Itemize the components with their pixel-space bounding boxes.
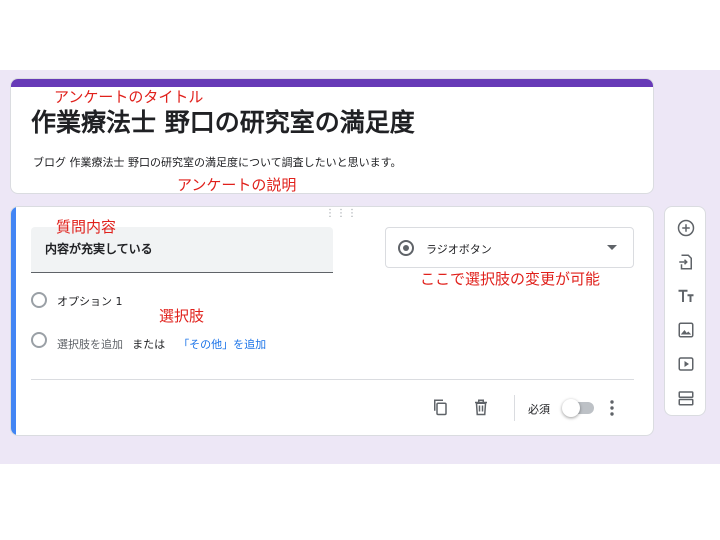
add-title-button[interactable] (675, 285, 697, 307)
option-label[interactable]: オプション 1 (57, 293, 123, 309)
annotation-title: アンケートのタイトル (54, 88, 204, 106)
chevron-down-icon (607, 245, 617, 250)
add-image-button[interactable] (675, 319, 697, 341)
or-text: または (132, 338, 166, 351)
annotation-question: 質問内容 (56, 218, 117, 236)
duplicate-icon[interactable] (431, 398, 449, 416)
radio-empty-icon (31, 292, 47, 308)
add-section-icon (678, 391, 694, 406)
form-description[interactable]: ブログ 作業療法士 野口の研究室の満足度について調査したいと思います。 (33, 154, 402, 170)
annotation-options: 選択肢 (159, 307, 205, 325)
question-card[interactable]: ⋮⋮⋮ 内容が充実している ラジオボタン オプション 1 選択肢を追加 または … (10, 206, 654, 436)
import-questions-icon (679, 254, 692, 270)
required-label: 必須 (528, 403, 550, 416)
add-title-icon (678, 289, 694, 302)
add-question-button[interactable] (675, 217, 697, 239)
side-toolbar (664, 206, 706, 416)
add-video-icon (678, 357, 694, 371)
question-type-dropdown[interactable]: ラジオボタン (385, 227, 634, 268)
import-questions-button[interactable] (675, 251, 697, 273)
add-video-button[interactable] (675, 353, 697, 375)
active-question-bar (11, 207, 16, 435)
drag-handle-icon[interactable]: ⋮⋮⋮ (325, 209, 358, 219)
more-options-icon[interactable] (609, 399, 615, 417)
radio-empty-icon (31, 332, 47, 348)
add-option-row: 選択肢を追加 または 「その他」を追加 (31, 332, 331, 351)
question-title-text: 内容が充実している (45, 242, 153, 256)
add-other-link[interactable]: 「その他」を追加 (178, 338, 266, 351)
question-type-label: ラジオボタン (426, 243, 492, 256)
radio-button-icon (398, 240, 414, 256)
toolbar-separator (514, 395, 515, 421)
annotation-type: ここで選択肢の変更が可能 (420, 270, 601, 288)
footer-divider (31, 379, 634, 380)
add-option-link[interactable]: 選択肢を追加 (57, 338, 123, 351)
add-image-icon (678, 322, 694, 338)
delete-icon[interactable] (472, 398, 490, 416)
required-toggle[interactable] (562, 399, 594, 417)
form-title[interactable]: 作業療法士 野口の研究室の満足度 (31, 103, 415, 139)
annotation-description: アンケートの説明 (177, 176, 297, 194)
toggle-knob (562, 399, 580, 417)
add-section-button[interactable] (675, 387, 697, 409)
add-question-icon (677, 219, 695, 237)
